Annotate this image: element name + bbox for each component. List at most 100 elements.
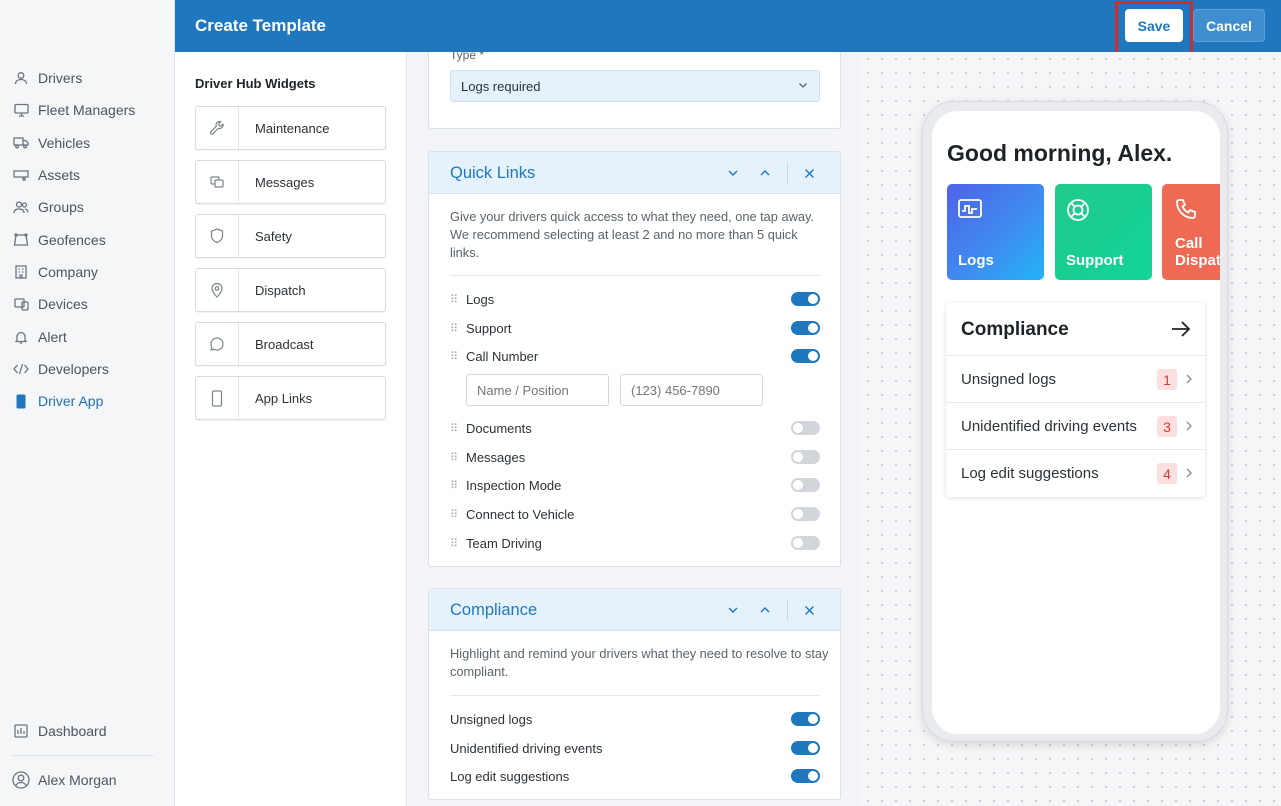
drag-handle-icon[interactable]: ⠿ xyxy=(450,508,466,521)
widget-messages[interactable]: Messages xyxy=(195,160,386,204)
quick-link-toggle[interactable] xyxy=(791,450,820,464)
quick-links-title: Quick Links xyxy=(450,164,536,182)
shield-icon xyxy=(196,215,239,257)
tile-call-dispatch[interactable]: Call Dispat xyxy=(1162,184,1220,280)
user-menu[interactable]: Alex Morgan xyxy=(0,764,174,796)
close-icon[interactable] xyxy=(798,599,820,621)
quick-link-row[interactable]: ⠿ Messages xyxy=(450,447,820,467)
quick-link-toggle[interactable] xyxy=(791,478,820,492)
geofence-icon xyxy=(12,231,30,249)
close-icon[interactable] xyxy=(798,162,820,184)
compliance-toggle[interactable] xyxy=(791,769,820,783)
sidebar-item-label: Assets xyxy=(38,167,81,184)
compliance-row[interactable]: Log edit suggestions xyxy=(450,766,820,786)
quick-link-toggle[interactable] xyxy=(791,349,820,363)
sidebar-item-company[interactable]: Company xyxy=(0,256,174,288)
truck-icon xyxy=(12,134,30,152)
sidebar-item-alert[interactable]: Alert xyxy=(0,320,174,352)
sidebar-item-vehicles[interactable]: Vehicles xyxy=(0,127,174,159)
sidebar-item-geofences[interactable]: Geofences xyxy=(0,223,174,255)
widget-broadcast[interactable]: Broadcast xyxy=(195,322,386,366)
quick-link-label: Documents xyxy=(466,420,532,436)
compliance-widget-row[interactable]: Log edit suggestions 4 xyxy=(946,449,1205,496)
sidebar-item-label: Drivers xyxy=(38,70,83,87)
quick-link-toggle[interactable] xyxy=(791,321,820,335)
tile-support[interactable]: Support xyxy=(1055,184,1152,280)
cancel-button[interactable]: Cancel xyxy=(1193,9,1265,42)
avatar-icon xyxy=(12,771,30,789)
widgets-panel: Driver Hub Widgets Maintenance Messages … xyxy=(175,52,407,806)
compliance-row[interactable]: Unsigned logs xyxy=(450,709,820,729)
move-down-icon[interactable] xyxy=(722,162,744,184)
drag-handle-icon[interactable]: ⠿ xyxy=(450,293,466,306)
quick-link-row[interactable]: ⠿ Documents xyxy=(450,418,820,438)
widget-label: Dispatch xyxy=(255,282,306,298)
save-button[interactable]: Save xyxy=(1125,9,1183,42)
compliance-row[interactable]: Unidentified driving events xyxy=(450,738,820,758)
sidebar-item-developers[interactable]: Developers xyxy=(0,353,174,385)
widgets-heading: Driver Hub Widgets xyxy=(195,76,316,91)
quick-link-toggle[interactable] xyxy=(791,292,820,306)
move-up-icon[interactable] xyxy=(754,599,776,621)
quick-link-row[interactable]: ⠿ Logs xyxy=(450,289,820,309)
move-down-icon[interactable] xyxy=(722,599,744,621)
messages-icon xyxy=(196,161,239,203)
sidebar-item-label: Driver App xyxy=(38,393,104,410)
quick-links-description: Give your drivers quick access to what t… xyxy=(450,209,814,260)
drag-handle-icon[interactable]: ⠿ xyxy=(450,479,466,492)
quick-links-header: Quick Links xyxy=(429,152,840,194)
sidebar-item-devices[interactable]: Devices xyxy=(0,288,174,320)
compliance-card: Compliance Highlight and remind your dri… xyxy=(428,588,841,800)
compliance-label: Log edit suggestions xyxy=(450,768,570,784)
move-up-icon[interactable] xyxy=(754,162,776,184)
devices-icon xyxy=(12,295,30,313)
phone-screen: Good morning, Alex. Logs Support Call Dis… xyxy=(932,111,1220,734)
compliance-toggle[interactable] xyxy=(791,712,820,726)
quick-link-toggle[interactable] xyxy=(791,507,820,521)
quick-link-toggle[interactable] xyxy=(791,536,820,550)
sidebar-item-fleet-managers[interactable]: Fleet Managers xyxy=(0,94,174,126)
tile-label-line1: Call xyxy=(1175,235,1203,252)
quick-link-row[interactable]: ⠿ Connect to Vehicle xyxy=(450,504,820,524)
sidebar: Drivers Fleet Managers Vehicles Assets G… xyxy=(0,0,175,806)
header-divider xyxy=(787,162,788,184)
divider xyxy=(450,275,820,276)
tile-logs[interactable]: Logs xyxy=(947,184,1044,280)
drag-handle-icon[interactable]: ⠿ xyxy=(450,451,466,464)
widget-label: Broadcast xyxy=(255,336,314,352)
widget-maintenance[interactable]: Maintenance xyxy=(195,106,386,150)
drag-handle-icon[interactable]: ⠿ xyxy=(450,422,466,435)
call-name-input[interactable] xyxy=(466,374,609,406)
logs-icon xyxy=(957,197,983,226)
sidebar-item-drivers[interactable]: Drivers xyxy=(0,62,174,94)
quick-link-row[interactable]: ⠿ Support xyxy=(450,318,820,338)
sidebar-item-label: Vehicles xyxy=(38,134,91,151)
tile-label-line2: Dispat xyxy=(1175,252,1220,269)
widget-label: Messages xyxy=(255,174,315,190)
building-icon xyxy=(12,263,30,281)
compliance-toggle[interactable] xyxy=(791,741,820,755)
sidebar-item-assets[interactable]: Assets xyxy=(0,159,174,191)
chevron-right-icon xyxy=(1185,419,1193,436)
quick-link-row[interactable]: ⠿ Inspection Mode xyxy=(450,475,820,495)
type-select[interactable]: Logs required xyxy=(450,70,820,102)
call-phone-input[interactable] xyxy=(620,374,763,406)
drag-handle-icon[interactable]: ⠿ xyxy=(450,322,466,335)
quick-link-label: Connect to Vehicle xyxy=(466,506,575,522)
sidebar-item-driver-app[interactable]: Driver App xyxy=(0,385,174,417)
drag-handle-icon[interactable]: ⠿ xyxy=(450,350,466,363)
quick-link-row[interactable]: ⠿ Team Driving xyxy=(450,533,820,553)
sidebar-item-dashboard[interactable]: Dashboard xyxy=(0,715,174,747)
drag-handle-icon[interactable]: ⠿ xyxy=(450,537,466,550)
widget-dispatch[interactable]: Dispatch xyxy=(195,268,386,312)
compliance-widget-row[interactable]: Unidentified driving events 3 xyxy=(946,402,1205,449)
arrow-right-icon[interactable] xyxy=(1171,320,1191,343)
widget-safety[interactable]: Safety xyxy=(195,214,386,258)
sidebar-item-groups[interactable]: Groups xyxy=(0,191,174,223)
widget-app-links[interactable]: App Links xyxy=(195,376,386,420)
quick-link-row[interactable]: ⠿ Call Number xyxy=(450,346,820,366)
quick-link-toggle[interactable] xyxy=(791,421,820,435)
user-profile[interactable]: Alex Morgan xyxy=(0,764,174,796)
quick-links-card: Quick Links Give your drivers quick acce… xyxy=(428,151,841,567)
compliance-widget-row[interactable]: Unsigned logs 1 xyxy=(946,355,1205,402)
